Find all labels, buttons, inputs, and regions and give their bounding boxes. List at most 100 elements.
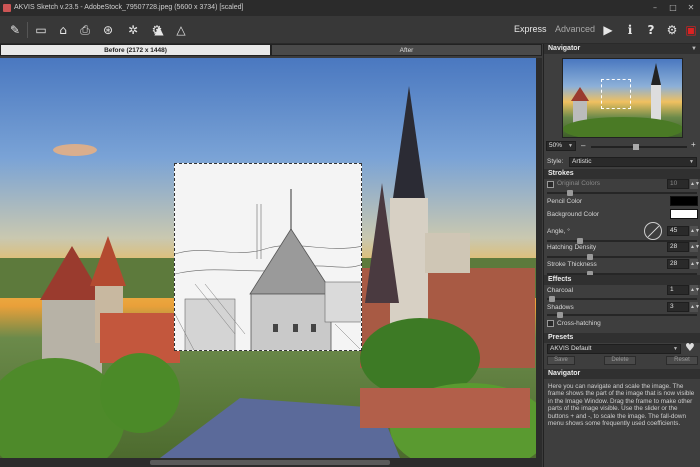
pencil-color-label: Pencil Color [547,198,583,205]
spin-arrows-icon[interactable]: ▲▼ [690,179,700,189]
background-color-label: Background Color [547,211,600,218]
title-bar: AKVIS Sketch v.23.5 - AdobeStock_7950772… [0,0,700,16]
effects-title: Effects [548,276,572,283]
chevron-down-icon: ▼ [568,143,573,149]
preview-sketch-frame[interactable] [174,163,362,351]
close-button[interactable]: ✕ [682,0,700,16]
effects-header[interactable]: Effects [544,275,700,285]
hatching-density-label: Hatching Density [547,244,597,251]
tone-icon[interactable]: ▲ [150,21,168,39]
open-file-icon[interactable]: ▭ [32,21,50,39]
zoom-value: 50% [549,142,563,149]
tab-before[interactable]: Before (2172 x 1448) [0,44,271,56]
presets-header[interactable]: Presets [544,333,700,343]
help-title: Navigator [548,370,581,377]
scene-icon[interactable]: △ [172,21,190,39]
navigator-title: Navigator [548,45,581,52]
delete-preset-button[interactable]: Delete [604,356,636,365]
help-text: Here you can navigate and scale the imag… [548,383,695,428]
open-brush-icon[interactable]: ✎ [6,21,24,39]
support-icon[interactable]: ▣ [682,21,700,39]
slider-knob[interactable] [549,296,555,302]
background-color-swatch[interactable] [670,209,698,219]
angle-label: Angle, ° [547,228,570,235]
spin-arrows-icon[interactable]: ▲▼ [690,226,700,236]
zoom-slider[interactable] [591,144,687,150]
stroke-thickness-label: Stroke Thickness [547,261,597,268]
info-icon[interactable]: i [621,21,639,39]
slider-knob[interactable] [587,254,593,260]
angle-input[interactable]: 45 [667,226,689,236]
print-icon[interactable]: ⎙ [76,21,94,39]
maximize-button[interactable]: □ [664,0,682,16]
express-mode-button[interactable]: Express [514,24,547,34]
charcoal-input[interactable]: 1 [667,285,689,295]
strokes-header[interactable]: Strokes [544,169,700,179]
toolbar-divider [27,22,28,38]
angle-dial-icon[interactable] [644,222,662,240]
slider-knob[interactable] [557,312,563,318]
slider-knob[interactable] [567,190,573,196]
share-icon[interactable]: ⊛ [99,21,117,39]
zoom-in-button[interactable]: + [691,140,696,149]
original-colors-checkbox[interactable] [547,181,554,188]
charcoal-label: Charcoal [547,287,574,294]
original-colors-label: Original Colors [557,180,600,187]
favorite-heart-icon[interactable]: ♥ [685,341,695,354]
help-icon[interactable]: ? [642,21,660,39]
presets-select[interactable]: AKVIS Default ▼ [547,344,681,354]
style-label: Style: [547,158,564,165]
zoom-controls: 50% ▼ – + [546,140,699,153]
window-title: AKVIS Sketch v.23.5 - AdobeStock_7950772… [14,4,244,11]
style-select[interactable]: Artistic ▼ [569,157,697,167]
main-toolbar: ✎ ▭ ⌂ ⎙ ⊛ ✲ ⚙ ▲ △ Express Advanced ▶ i ?… [0,16,700,44]
navigator-thumbnail[interactable] [562,58,683,138]
settings-gear-icon[interactable]: ⚙ [663,21,681,39]
run-icon[interactable]: ▶ [599,21,617,39]
vertical-scrollbar[interactable] [536,58,542,458]
navigator-view-frame[interactable] [601,79,631,109]
spin-arrows-icon[interactable]: ▲▼ [690,259,700,269]
tab-after[interactable]: After [271,44,542,56]
hatching-density-slider[interactable] [547,254,697,260]
preset-value: AKVIS Default [550,345,592,352]
original-colors-input[interactable]: 10 [667,179,689,189]
save-preset-button[interactable]: Save [547,356,575,365]
batch-icon[interactable]: ✲ [124,21,142,39]
collapse-icon[interactable]: ▼ [691,44,697,54]
app-icon [3,4,11,12]
stroke-thickness-input[interactable]: 28 [667,259,689,269]
shadows-slider[interactable] [547,312,697,318]
hatching-density-input[interactable]: 28 [667,242,689,252]
help-header: Navigator [544,369,700,379]
scrollbar-thumb[interactable] [150,460,390,465]
settings-panel: Navigator ▼ 50% ▼ – + Style: Artistic ▼ St… [543,44,700,467]
image-canvas[interactable] [0,58,536,458]
original-colors-slider[interactable] [547,190,697,196]
chevron-down-icon: ▼ [673,346,678,352]
navigator-header[interactable]: Navigator ▼ [544,44,700,54]
shadows-label: Shadows [547,304,574,311]
spin-arrows-icon[interactable]: ▲▼ [690,302,700,312]
cross-hatching-label: Cross-hatching [557,320,601,327]
presets-title: Presets [548,334,574,341]
zoom-out-button[interactable]: – [581,141,585,150]
save-icon[interactable]: ⌂ [54,21,72,39]
spin-arrows-icon[interactable]: ▲▼ [690,285,700,295]
zoom-select[interactable]: 50% ▼ [546,141,576,151]
chevron-down-icon: ▼ [689,159,694,165]
reset-preset-button[interactable]: Reset [666,356,698,365]
horizontal-scrollbar[interactable] [0,458,542,467]
style-value: Artistic [572,158,592,165]
charcoal-slider[interactable] [547,296,697,302]
strokes-title: Strokes [548,170,574,177]
sketch-preview [175,189,361,350]
spin-arrows-icon[interactable]: ▲▼ [690,242,700,252]
zoom-slider-knob[interactable] [633,144,639,150]
advanced-mode-button[interactable]: Advanced [555,24,595,34]
view-tabs: Before (2172 x 1448) After [0,44,542,56]
pencil-color-swatch[interactable] [670,196,698,206]
cross-hatching-checkbox[interactable] [547,320,554,327]
shadows-input[interactable]: 3 [667,302,689,312]
minimize-button[interactable]: – [646,0,664,16]
